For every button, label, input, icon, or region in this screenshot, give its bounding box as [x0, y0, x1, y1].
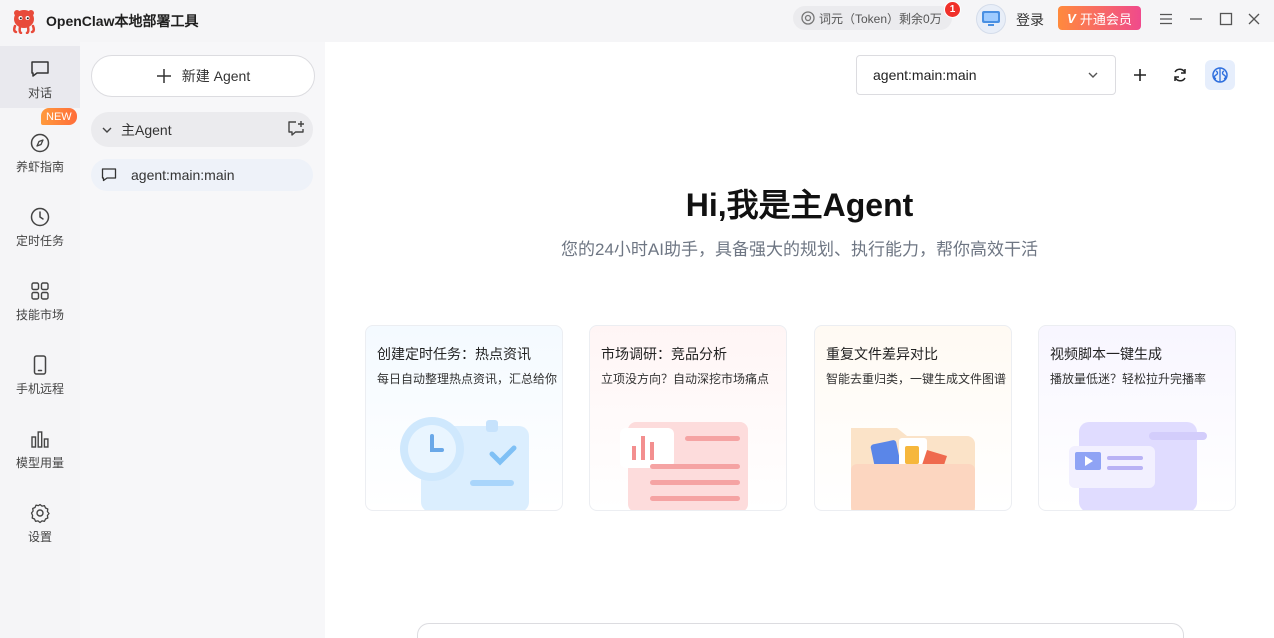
- close-icon[interactable]: [1245, 10, 1263, 28]
- nav-item-guide[interactable]: 养虾指南: [0, 120, 80, 182]
- chat-icon: [101, 168, 117, 182]
- phone-icon: [33, 355, 47, 375]
- new-agent-label: 新建 Agent: [181, 68, 251, 84]
- brain-icon: [1212, 67, 1228, 83]
- agent-sidebar: 新建 Agent 主Agent agent:main:main: [80, 42, 325, 638]
- grid-icon: [31, 282, 49, 300]
- suggestion-card-file-diff[interactable]: 重复文件差异对比 智能去重归类，一键生成文件图谱: [814, 325, 1012, 511]
- nav-label: 设置: [27, 530, 52, 544]
- title-bar: OpenClaw本地部署工具 词元（Token）剩余0万 1 登录 V 开通会员: [0, 0, 1274, 42]
- session-item[interactable]: agent:main:main: [91, 159, 313, 191]
- compass-icon: [30, 133, 50, 153]
- vip-button[interactable]: V 开通会员: [1058, 6, 1141, 30]
- vip-label: 开通会员: [1079, 11, 1132, 27]
- card-title: 视频脚本一键生成: [1050, 346, 1162, 362]
- avatar[interactable]: [976, 4, 1006, 34]
- message-composer[interactable]: [417, 623, 1184, 638]
- nav-item-scheduled-tasks[interactable]: 定时任务: [0, 194, 80, 256]
- nav-label: 手机远程: [15, 382, 64, 396]
- card-desc: 智能去重归类，一键生成文件图谱: [826, 372, 1007, 386]
- refresh-button[interactable]: [1165, 60, 1195, 90]
- new-agent-button[interactable]: 新建 Agent: [91, 55, 315, 97]
- plus-icon: [1134, 69, 1146, 81]
- card-title: 市场调研：竞品分析: [601, 346, 727, 362]
- suggestion-card-video-script[interactable]: 视频脚本一键生成 播放量低迷？轻松拉升完播率: [1038, 325, 1236, 511]
- agent-group-label: 主Agent: [121, 121, 172, 138]
- folder-illustration-icon: [851, 428, 975, 510]
- notification-badge: 1: [944, 1, 961, 18]
- video-illustration-icon: [1069, 422, 1207, 510]
- new-chat-icon[interactable]: [287, 120, 305, 138]
- hero-title: Hi,我是主Agent: [685, 187, 914, 223]
- card-desc: 每日自动整理热点资讯，汇总给你: [377, 372, 558, 386]
- card-title: 重复文件差异对比: [826, 346, 938, 362]
- agent-group-main[interactable]: 主Agent: [91, 112, 313, 147]
- nav-item-phone-remote[interactable]: 手机远程: [0, 342, 80, 404]
- main-panel: agent:main:main Hi,我是主Agent 您的24小时AI助手，具…: [325, 42, 1274, 638]
- nav-label: 对话: [27, 86, 52, 100]
- suggestion-card-market-research[interactable]: 市场调研：竞品分析 立项没方向？自动深挖市场痛点: [589, 325, 787, 511]
- nav-label: 定时任务: [15, 234, 64, 248]
- menu-icon[interactable]: [1157, 10, 1175, 28]
- nav-item-skill-market[interactable]: 技能市场: [0, 268, 80, 330]
- card-title: 创建定时任务：热点资讯: [377, 346, 531, 362]
- clock-icon: [30, 207, 50, 227]
- refresh-icon: [1174, 68, 1186, 82]
- card-desc: 播放量低迷？轻松拉升完播率: [1050, 372, 1207, 386]
- vip-badge-icon: V: [1067, 10, 1076, 26]
- token-label: 词元（Token）剩余0万: [819, 11, 942, 26]
- chevron-down-icon: [102, 127, 112, 133]
- add-button[interactable]: [1125, 60, 1155, 90]
- agent-select[interactable]: agent:main:main: [856, 55, 1116, 95]
- session-label: agent:main:main: [131, 167, 235, 183]
- nav-item-chat[interactable]: 对话: [0, 46, 80, 108]
- chevron-down-icon: [1088, 72, 1098, 78]
- minimize-icon[interactable]: [1187, 10, 1205, 28]
- clock-calendar-illustration-icon: [400, 417, 529, 510]
- brain-button[interactable]: [1205, 60, 1235, 90]
- plus-icon: [156, 69, 171, 83]
- token-balance[interactable]: 词元（Token）剩余0万: [793, 6, 952, 30]
- token-icon: [801, 11, 815, 25]
- report-illustration-icon: [620, 422, 748, 510]
- nav-label: 养虾指南: [15, 160, 64, 174]
- maximize-icon[interactable]: [1217, 10, 1235, 28]
- nav-item-model-usage[interactable]: 模型用量: [0, 416, 80, 478]
- bar-chart-icon: [31, 431, 49, 448]
- chat-icon: [31, 61, 49, 77]
- nav-item-settings[interactable]: 设置: [0, 490, 80, 552]
- login-link[interactable]: 登录: [1016, 10, 1044, 30]
- app-title: OpenClaw本地部署工具: [46, 13, 199, 29]
- suggestion-card-scheduled-news[interactable]: 创建定时任务：热点资讯 每日自动整理热点资讯，汇总给你: [365, 325, 563, 511]
- monitor-avatar-icon: [982, 11, 1000, 26]
- agent-select-value: agent:main:main: [873, 67, 977, 83]
- app-logo-icon: [12, 10, 36, 34]
- card-desc: 立项没方向？自动深挖市场痛点: [601, 372, 770, 386]
- nav-label: 模型用量: [15, 456, 64, 470]
- nav-label: 技能市场: [15, 308, 64, 322]
- gear-icon: [30, 503, 50, 524]
- hero-subtitle: 您的24小时AI助手，具备强大的规划、执行能力，帮你高效干活: [561, 240, 1038, 259]
- left-nav: 对话 养虾指南 NEW 定时任务 技能市场 手机远程 模型用量 设置: [0, 42, 80, 638]
- new-tag: NEW: [41, 108, 77, 125]
